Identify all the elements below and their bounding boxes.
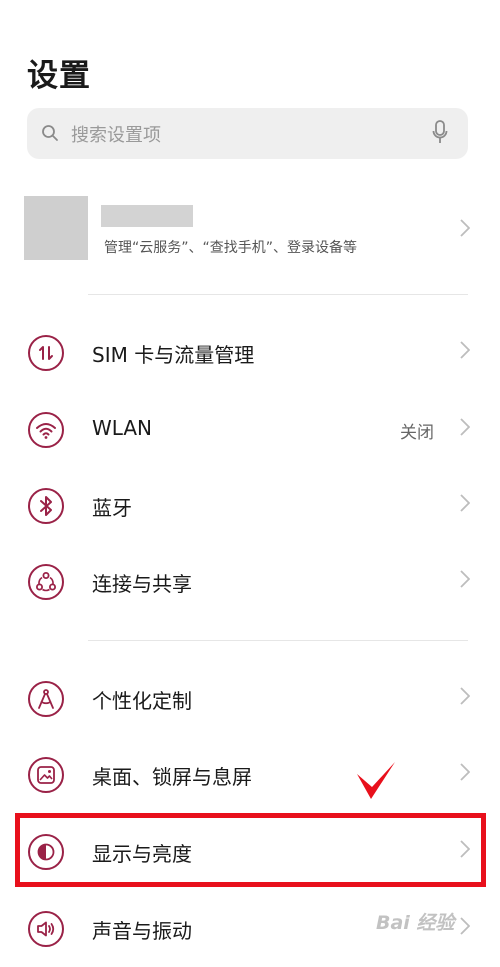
search-bar[interactable]: 搜索设置项 — [27, 108, 468, 159]
setting-label: 桌面、锁屏与息屏 — [92, 765, 252, 789]
chevron-right-icon — [460, 570, 470, 588]
setting-connection-sharing[interactable]: 连接与共享 — [0, 548, 500, 618]
setting-sim-traffic[interactable]: SIM 卡与流量管理 — [0, 319, 500, 389]
setting-label: 个性化定制 — [92, 689, 192, 713]
chevron-right-icon — [460, 494, 470, 512]
account-name-placeholder — [101, 205, 193, 227]
divider — [88, 294, 468, 295]
search-input[interactable]: 搜索设置项 — [71, 121, 161, 147]
setting-label: 蓝牙 — [92, 496, 132, 520]
chevron-right-icon — [460, 341, 470, 359]
chevron-right-icon — [460, 687, 470, 705]
bluetooth-icon — [28, 488, 64, 524]
setting-label: 连接与共享 — [92, 572, 192, 596]
setting-bluetooth[interactable]: 蓝牙 — [0, 472, 500, 542]
search-icon — [42, 125, 58, 141]
sim-traffic-icon — [28, 335, 64, 371]
account-card[interactable]: 管理“云服务”、“查找手机”、登录设备等 — [0, 188, 500, 283]
personalize-icon — [28, 681, 64, 717]
page-title: 设置 — [27, 58, 91, 94]
wifi-icon — [28, 412, 64, 448]
chevron-right-icon — [460, 917, 470, 935]
setting-personalization[interactable]: 个性化定制 — [0, 665, 500, 735]
wlan-status: 关闭 — [400, 423, 434, 443]
pointer-check-mark-icon — [357, 762, 395, 799]
divider — [88, 640, 468, 641]
chevron-right-icon — [460, 763, 470, 781]
avatar — [24, 196, 88, 260]
microphone-icon[interactable] — [432, 120, 448, 146]
wallpaper-icon — [28, 757, 64, 793]
setting-wlan[interactable]: WLAN 关闭 — [0, 396, 500, 466]
chevron-right-icon — [460, 219, 470, 237]
account-subtitle: 管理“云服务”、“查找手机”、登录设备等 — [104, 240, 358, 256]
setting-desktop-lockscreen[interactable]: 桌面、锁屏与息屏 — [0, 741, 500, 811]
watermark: Bai 经验 — [376, 912, 455, 934]
setting-label: SIM 卡与流量管理 — [92, 343, 255, 367]
setting-label: 声音与振动 — [92, 919, 192, 943]
sound-icon — [28, 911, 64, 947]
share-icon — [28, 564, 64, 600]
setting-label: WLAN — [92, 416, 153, 440]
chevron-right-icon — [460, 418, 470, 436]
highlight-frame — [15, 813, 486, 887]
